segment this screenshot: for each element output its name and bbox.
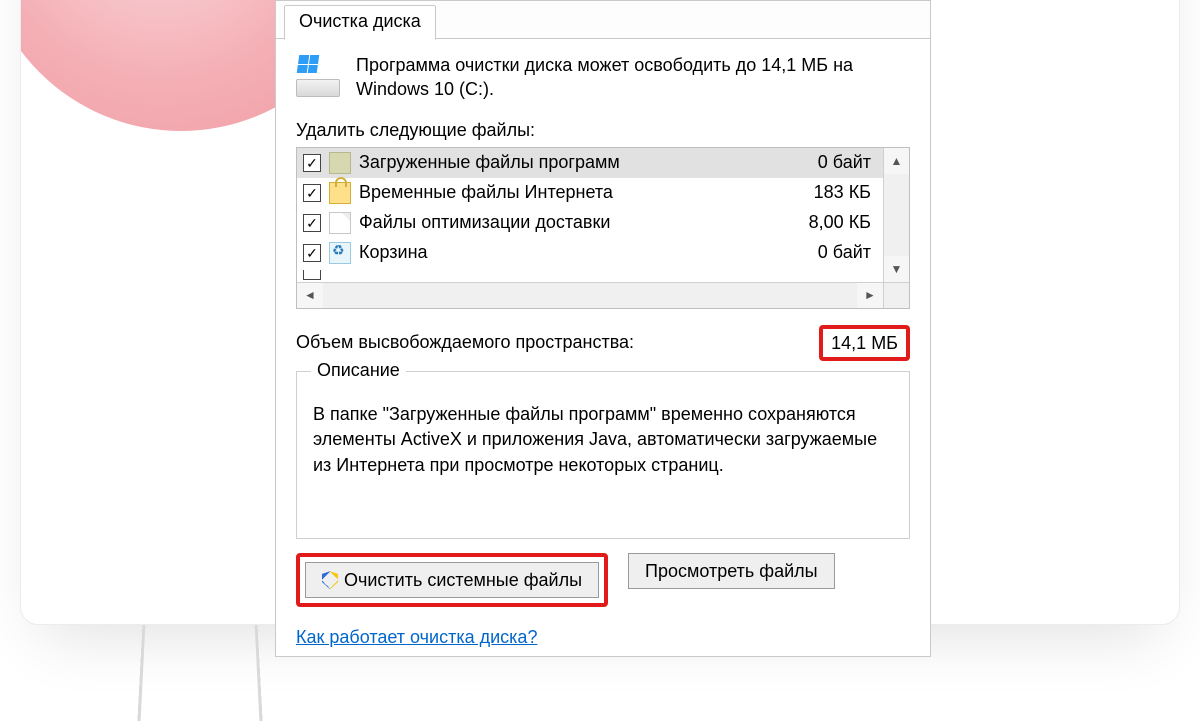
- file-checkbox[interactable]: ✓: [303, 244, 321, 262]
- file-label: Временные файлы Интернета: [359, 182, 773, 203]
- file-label: Загруженные файлы программ: [359, 152, 773, 173]
- tabstrip: Очистка диска: [276, 1, 930, 39]
- description-text: В папке "Загруженные файлы программ" вре…: [313, 402, 893, 479]
- page-icon: [329, 212, 351, 234]
- shield-icon: [322, 571, 338, 589]
- summary-row: Программа очистки диска может освободить…: [296, 53, 910, 102]
- scroll-track[interactable]: [323, 283, 857, 308]
- file-list-row[interactable]: ✓ Временные файлы Интернета 183 КБ: [297, 178, 883, 208]
- file-size: 0 байт: [781, 152, 871, 173]
- scroll-up-icon[interactable]: ▲: [884, 148, 909, 174]
- scroll-left-icon[interactable]: ◄: [297, 283, 323, 308]
- file-size: 8,00 КБ: [781, 212, 871, 233]
- clean-system-files-label: Очистить системные файлы: [344, 570, 582, 591]
- scroll-corner: [883, 283, 909, 308]
- file-list-row[interactable]: ✓ Корзина 0 байт: [297, 238, 883, 268]
- view-files-button[interactable]: Просмотреть файлы: [628, 553, 835, 589]
- view-files-label: Просмотреть файлы: [645, 561, 818, 582]
- recycle-icon: [329, 242, 351, 264]
- vertical-scrollbar[interactable]: ▲ ▼: [883, 148, 909, 282]
- file-size: 183 КБ: [781, 182, 871, 203]
- clean-system-files-button[interactable]: Очистить системные файлы: [305, 562, 599, 598]
- scroll-track[interactable]: [884, 174, 909, 256]
- freespace-label: Объем высвобождаемого пространства:: [296, 332, 634, 353]
- folder-icon: [329, 152, 351, 174]
- file-checkbox[interactable]: ✓: [303, 214, 321, 232]
- file-label: Корзина: [359, 242, 773, 263]
- highlight-clean-system: Очистить системные файлы: [296, 553, 608, 607]
- scroll-right-icon[interactable]: ►: [857, 283, 883, 308]
- file-list-row[interactable]: ✓ Файлы оптимизации доставки 8,00 КБ: [297, 208, 883, 238]
- tab-label: Очистка диска: [299, 11, 421, 31]
- file-checkbox[interactable]: ✓: [303, 154, 321, 172]
- scroll-down-icon[interactable]: ▼: [884, 256, 909, 282]
- file-list-row[interactable]: ✓ Загруженные файлы программ 0 байт: [297, 148, 883, 178]
- lock-icon: [329, 182, 351, 204]
- horizontal-scrollbar[interactable]: ◄ ►: [297, 282, 909, 308]
- disk-cleanup-dialog: Очистка диска Программа очистки диска мо…: [275, 0, 931, 657]
- drive-icon: [296, 57, 340, 97]
- file-label: Файлы оптимизации доставки: [359, 212, 773, 233]
- file-checkbox[interactable]: ✓: [303, 184, 321, 202]
- tab-disk-cleanup[interactable]: Очистка диска: [284, 5, 436, 40]
- help-link[interactable]: Как работает очистка диска?: [296, 627, 537, 648]
- freespace-value: 14,1 МБ: [819, 325, 910, 361]
- description-group: Описание В папке "Загруженные файлы прог…: [296, 371, 910, 540]
- summary-text: Программа очистки диска может освободить…: [356, 53, 876, 102]
- monitor-stand: [137, 625, 262, 721]
- file-size: 0 байт: [781, 242, 871, 263]
- file-checkbox[interactable]: [303, 270, 321, 280]
- file-list: ✓ Загруженные файлы программ 0 байт ✓ Времен…: [296, 147, 910, 309]
- delete-files-label: Удалить следующие файлы:: [296, 120, 910, 141]
- file-list-row[interactable]: [297, 268, 883, 282]
- description-legend: Описание: [311, 360, 406, 381]
